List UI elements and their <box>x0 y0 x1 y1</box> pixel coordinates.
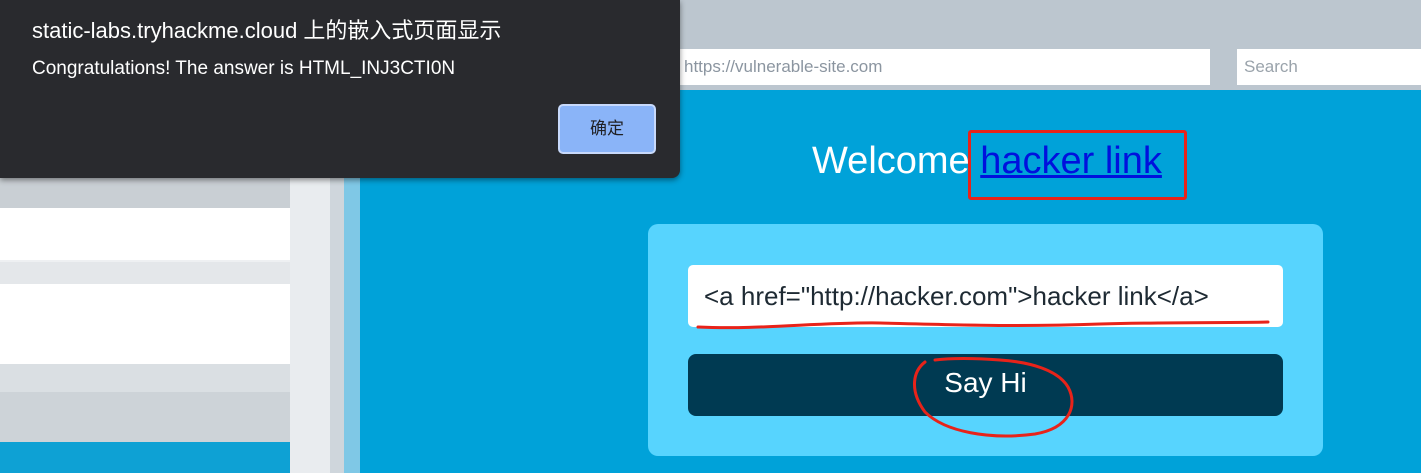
dialog-message: Congratulations! The answer is HTML_INJ3… <box>32 58 455 80</box>
dialog-answer: HTML_INJ3CTI0N <box>298 58 456 79</box>
dialog-message-text: Congratulations! The answer is <box>32 58 299 79</box>
dialog-title: static-labs.tryhackme.cloud 上的嵌入式页面显示 <box>32 18 502 43</box>
alert-dialog: static-labs.tryhackme.cloud 上的嵌入式页面显示 Co… <box>0 0 680 178</box>
input-underline-stroke <box>696 320 1270 330</box>
say-hi-circle-stroke <box>913 357 1074 438</box>
ok-button[interactable]: 确定 <box>558 104 656 154</box>
